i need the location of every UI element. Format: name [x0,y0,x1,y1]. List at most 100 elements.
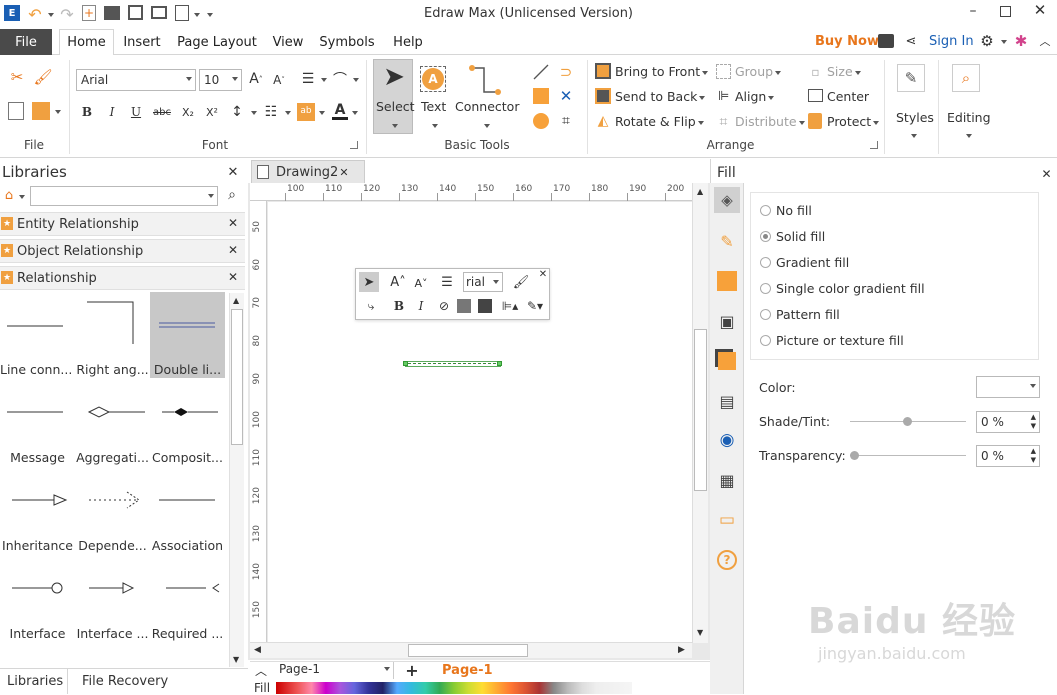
crop-tool-icon[interactable]: ⌗ [557,112,575,130]
text-tool-icon[interactable]: A [420,66,446,92]
group-icon[interactable] [716,64,731,79]
protect-icon[interactable] [808,113,822,129]
distribute-button[interactable]: Distribute [735,114,805,129]
font-color-icon[interactable]: A [332,102,348,120]
radio-gradient-fill[interactable] [760,257,771,268]
radio-no-fill[interactable] [760,205,771,216]
theme-icon[interactable]: ✱ [1013,32,1029,50]
radio-picture-fill[interactable] [760,335,771,346]
highlight-icon[interactable]: ab [297,103,315,121]
connector-label[interactable]: Connector [455,99,519,114]
bring-front-button[interactable]: Bring to Front [615,64,709,79]
page-collapse-icon[interactable]: ︿ [254,663,268,678]
library-category-object[interactable]: Object Relationship [0,239,245,263]
float-back-icon[interactable] [478,299,492,313]
shape-interface[interactable]: Interface [0,556,75,642]
share-icon[interactable]: ⋖ [903,33,919,49]
transparency-input[interactable]: 0 % ▲ ▼ [976,445,1040,467]
close-category-icon[interactable]: ✕ [227,243,239,257]
float-connector-icon[interactable]: ⤷ [361,297,381,315]
float-format-icon[interactable]: ⊘ [436,298,452,314]
rotate-flip-icon[interactable]: ◭ [595,113,611,129]
arrange-dialog-launcher-icon[interactable] [870,141,878,149]
shape-required[interactable]: Required ... [150,556,225,642]
float-brush-icon[interactable]: 🖌 [512,273,530,291]
selected-double-line[interactable] [405,361,501,367]
shape-inheritance[interactable]: Inheritance [0,468,75,554]
buy-now-link[interactable]: Buy Now [815,34,879,49]
minimize-icon[interactable]: – [966,3,980,19]
comment-tab-icon[interactable]: ▭ [714,507,740,533]
float-shrink-font-icon[interactable]: A˅ [413,275,429,291]
close-document-icon[interactable]: ✕ [338,166,350,179]
tab-home[interactable]: Home [59,29,114,56]
library-category-relationship[interactable]: Relationship [0,266,245,290]
settings-icon[interactable]: ⚙ [979,32,995,50]
globe-tab-icon[interactable]: ◉ [714,427,740,453]
color-picker[interactable] [976,376,1040,398]
float-align-objects-icon[interactable]: ⊫▴ [499,297,521,315]
label-no-fill[interactable]: No fill [776,203,812,218]
grow-font-icon[interactable]: A ˄ [247,70,265,88]
tab-symbols[interactable]: Symbols [316,29,378,55]
scroll-down-icon[interactable]: ▼ [233,655,239,664]
italic-icon[interactable]: I [104,104,120,120]
line-tool-icon[interactable] [532,63,550,81]
shade-input[interactable]: 0 % ▲ ▼ [976,411,1040,433]
close-fill-panel-icon[interactable]: ✕ [1040,167,1053,181]
text-path-icon[interactable]: ⌒ [330,70,350,88]
strikethrough-icon[interactable]: abc [152,104,172,120]
align-button[interactable]: Align [735,89,775,104]
close-window-icon[interactable]: ✕ [1032,1,1048,19]
search-icon[interactable]: ⌕ [224,187,240,203]
shrink-font-icon[interactable]: A ˅ [271,72,287,88]
close-libraries-icon[interactable]: ✕ [226,165,240,180]
file-tab[interactable]: File [0,29,52,55]
protect-button[interactable]: Protect [827,114,880,129]
distribute-icon[interactable]: ⌗ [716,114,731,130]
shape-composition[interactable]: Composit... [150,380,225,466]
page-select[interactable]: Page-1 [276,662,394,679]
page-tab-icon[interactable]: ▤ [714,388,740,414]
canvas-vscrollbar[interactable]: ▲ ▼ [692,183,708,643]
radio-pattern-fill[interactable] [760,309,771,320]
tab-page-layout[interactable]: Page Layout [174,29,260,55]
float-align-icon[interactable]: ☰ [436,274,458,290]
library-search-input[interactable] [30,186,218,206]
font-size-combo[interactable]: 10 [199,69,242,91]
home-icon[interactable]: ⌂ [2,188,16,203]
tab-insert[interactable]: Insert [118,29,166,55]
float-italic-icon[interactable]: I [414,298,428,314]
center-button[interactable]: Center [827,89,869,104]
resize-handle[interactable] [497,361,502,366]
fill-tab-icon[interactable]: ◈ [714,187,740,213]
line-tab-icon[interactable]: ✎ [714,228,740,254]
align-icon[interactable]: ☰ [298,70,318,88]
shape-line-connector[interactable]: Line conn... [0,292,75,378]
shape-association[interactable]: Association [150,468,225,554]
shape-dependency[interactable]: Depende... [75,468,150,554]
shape-interface-2[interactable]: Interface ... [75,556,150,642]
connector-icon[interactable] [468,64,502,96]
brush-icon[interactable]: 🖌 [33,68,52,86]
float-grow-font-icon[interactable]: A˄ [390,274,406,290]
tab-file-recovery[interactable]: File Recovery [82,674,168,689]
label-gradient-fill[interactable]: Gradient fill [776,255,849,270]
ellipse-tool-icon[interactable] [533,113,549,129]
group-button[interactable]: Group [735,64,782,79]
center-icon[interactable] [808,89,823,102]
cart-icon[interactable] [878,34,894,48]
transparency-slider[interactable] [850,451,966,460]
document-tab[interactable]: Drawing2 ✕ [251,160,365,183]
size-icon[interactable]: ▫ [808,64,823,79]
float-front-icon[interactable] [457,299,471,313]
shape-aggregation[interactable]: Aggregati... [75,380,150,466]
paste-icon[interactable] [8,102,24,120]
float-bold-icon[interactable]: B [392,298,406,314]
library-category-entity[interactable]: Entity Relationship [0,212,245,236]
styles-icon[interactable]: ✎ [897,64,925,92]
superscript-icon[interactable]: X² [203,104,221,120]
shape-message[interactable]: Message [0,380,75,466]
cross-tool-icon[interactable]: ✕ [557,87,575,105]
close-category-icon[interactable]: ✕ [227,216,239,230]
